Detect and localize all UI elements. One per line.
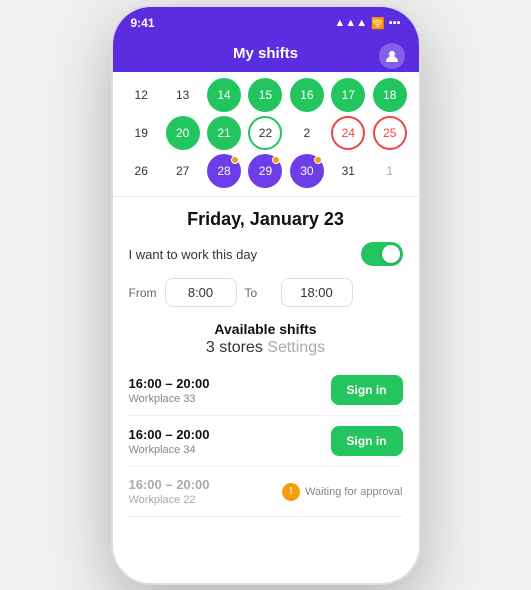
shift-workplace-2: Workplace 34 (129, 444, 210, 456)
phone-shell: 9:41 ▲▲▲ 🛜 ▪▪▪ My shifts 12 13 14 15 16 … (111, 5, 421, 585)
calendar-row-2: 19 20 21 22 2 24 25 (121, 116, 411, 150)
battery-icon: ▪▪▪ (389, 17, 401, 29)
cal-day-28[interactable]: 28 (207, 154, 241, 188)
cal-day-30[interactable]: 30 (290, 154, 324, 188)
cal-day-12[interactable]: 12 (124, 78, 158, 112)
cal-day-22[interactable]: 22 (248, 116, 282, 150)
shift-card-2: 16:00 – 20:00 Workplace 34 Sign in (129, 416, 403, 467)
sign-in-button-2[interactable]: Sign in (331, 426, 403, 456)
cal-day-2[interactable]: 2 (290, 116, 324, 150)
calendar-row-1: 12 13 14 15 16 17 18 (121, 78, 411, 112)
cal-day-16[interactable]: 16 (290, 78, 324, 112)
dot-badge-30 (314, 156, 322, 164)
waiting-badge: ! Waiting for approval (282, 483, 402, 501)
app-header-title: My shifts (233, 45, 298, 62)
cal-day-18[interactable]: 18 (373, 78, 407, 112)
date-title: Friday, January 23 (129, 209, 403, 230)
cal-day-1[interactable]: 1 (373, 154, 407, 188)
cal-day-25[interactable]: 25 (373, 116, 407, 150)
from-label: From (129, 286, 157, 300)
waiting-icon: ! (282, 483, 300, 501)
cal-day-19[interactable]: 19 (124, 116, 158, 150)
to-time-input[interactable]: 18:00 (281, 278, 353, 307)
shift-card-1: 16:00 – 20:00 Workplace 33 Sign in (129, 365, 403, 416)
cal-day-17[interactable]: 17 (331, 78, 365, 112)
shift-workplace-3: Workplace 22 (129, 494, 210, 506)
wifi-icon: 🛜 (371, 17, 385, 30)
work-label: I want to work this day (129, 247, 258, 262)
cal-day-15[interactable]: 15 (248, 78, 282, 112)
waiting-label: Waiting for approval (305, 486, 402, 498)
shift-info-3: 16:00 – 20:00 Workplace 22 (129, 477, 210, 506)
work-toggle-row: I want to work this day (129, 242, 403, 266)
notch (226, 7, 306, 27)
shift-info-2: 16:00 – 20:00 Workplace 34 (129, 427, 210, 456)
status-time: 9:41 (131, 16, 155, 30)
shift-info-1: 16:00 – 20:00 Workplace 33 (129, 376, 210, 405)
cal-day-21[interactable]: 21 (207, 116, 241, 150)
dot-badge-29 (272, 156, 280, 164)
from-time-input[interactable]: 8:00 (165, 278, 237, 307)
main-content: Friday, January 23 I want to work this d… (113, 197, 419, 529)
shift-time-3: 16:00 – 20:00 (129, 477, 210, 492)
cal-day-20[interactable]: 20 (166, 116, 200, 150)
shifts-header: Available shifts 3 stores Settings (129, 321, 403, 357)
settings-link[interactable]: Settings (267, 339, 325, 356)
to-label: To (245, 286, 273, 300)
cal-day-29[interactable]: 29 (248, 154, 282, 188)
shift-time-1: 16:00 – 20:00 (129, 376, 210, 391)
status-icons: ▲▲▲ 🛜 ▪▪▪ (334, 17, 400, 30)
shift-time-2: 16:00 – 20:00 (129, 427, 210, 442)
dot-badge-28 (231, 156, 239, 164)
sign-in-button-1[interactable]: Sign in (331, 375, 403, 405)
shift-workplace-1: Workplace 33 (129, 393, 210, 405)
work-toggle[interactable] (361, 242, 403, 266)
calendar-row-3: 26 27 28 29 30 31 1 (121, 154, 411, 188)
stores-link[interactable]: 3 stores (206, 339, 263, 356)
cal-day-27[interactable]: 27 (166, 154, 200, 188)
cal-day-31[interactable]: 31 (331, 154, 365, 188)
profile-avatar[interactable] (379, 43, 405, 69)
cal-day-14[interactable]: 14 (207, 78, 241, 112)
toggle-knob (382, 245, 400, 263)
time-row: From 8:00 To 18:00 (129, 278, 403, 307)
shifts-title: Available shifts (214, 321, 316, 337)
cal-day-13[interactable]: 13 (166, 78, 200, 112)
shift-card-3: 16:00 – 20:00 Workplace 22 ! Waiting for… (129, 467, 403, 517)
cal-day-24[interactable]: 24 (331, 116, 365, 150)
app-header: My shifts (113, 39, 419, 72)
calendar: 12 13 14 15 16 17 18 19 20 21 22 2 24 25… (113, 72, 419, 196)
cal-day-26[interactable]: 26 (124, 154, 158, 188)
signal-icon: ▲▲▲ (334, 17, 367, 29)
